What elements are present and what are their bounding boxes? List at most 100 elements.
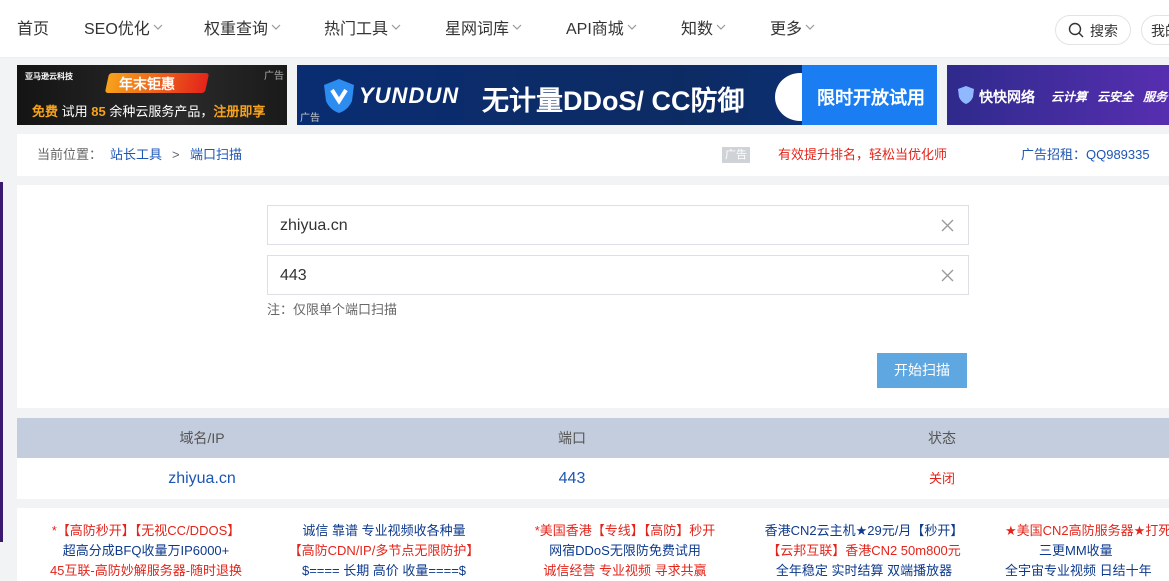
ad-kuaikuai-s3: 服务 bbox=[1143, 90, 1168, 104]
shield-logo-icon bbox=[958, 86, 974, 104]
nav-zhishu-label: 知数 bbox=[681, 21, 714, 38]
nav-more[interactable]: 更多 bbox=[770, 18, 815, 42]
search-button[interactable]: 搜索 bbox=[1055, 15, 1131, 45]
nav-weight-label: 权重查询 bbox=[204, 21, 269, 38]
column-header-port: 端口 bbox=[558, 430, 586, 446]
ad-banner-yundun[interactable]: YUNDUN 无计量DDoS/ CC防御 限时开放试用 广告 bbox=[297, 65, 937, 125]
ad-aws-banner-text: 年末钜惠 bbox=[119, 76, 175, 92]
ad-kuaikuai-brand: 快快网络 bbox=[979, 89, 1035, 105]
ad-aws-tag: 广告 bbox=[264, 71, 284, 82]
close-icon[interactable] bbox=[941, 269, 954, 282]
ad-banner-aws[interactable]: 亚马逊云科技 年末钜惠 广告 免费 试用 85 余种云服务产品，注册即享 bbox=[17, 65, 287, 125]
text-ad-link[interactable]: 三更MM收量 bbox=[1005, 541, 1169, 561]
text-ad-column: 诚信 靠谱 专业视频收各种量 【高防CDN/IP/多节点无限防护】 $==== … bbox=[269, 521, 499, 581]
my-account-button[interactable]: 我的 bbox=[1141, 15, 1169, 45]
port-input[interactable]: 443 bbox=[267, 255, 969, 295]
ad-contact-link[interactable]: 广告招租：QQ989335 bbox=[1021, 147, 1150, 163]
results-table-header: 域名/IP 端口 状态 bbox=[17, 418, 1169, 458]
ad-aws-free: 免费 bbox=[32, 104, 59, 119]
text-ad-column: ★美国CN2高防服务器★打死 三更MM收量 全宇宙专业视频 日结十年 bbox=[987, 521, 1169, 581]
scan-form-panel: zhiyua.cn 443 注：仅限单个端口扫描 开始扫描 bbox=[17, 185, 1169, 408]
text-ad-link[interactable]: $==== 长期 高价 收量====$ bbox=[269, 561, 499, 581]
ad-aws-num: 85 bbox=[91, 104, 106, 119]
search-icon bbox=[1068, 22, 1084, 38]
ad-kuaikuai-slogans: 云计算 云安全 服务 bbox=[1051, 88, 1167, 105]
left-edge-strip bbox=[0, 182, 3, 542]
nav-tools-label: 热门工具 bbox=[324, 21, 389, 38]
text-ad-link[interactable]: 诚信 靠谱 专业视频收各种量 bbox=[269, 521, 499, 541]
search-button-label: 搜索 bbox=[1090, 23, 1118, 39]
text-ad-column: 香港CN2云主机★29元/月【秒开】 【云邦互联】香港CN2 50m800元 全… bbox=[749, 521, 979, 581]
ad-aws-brand: 亚马逊云科技 bbox=[25, 72, 73, 81]
text-ad-link[interactable]: 【云邦互联】香港CN2 50m800元 bbox=[749, 541, 979, 561]
text-ad-link[interactable]: 【高防CDN/IP/多节点无限防护】 bbox=[269, 541, 499, 561]
nav-words[interactable]: 星网词库 bbox=[445, 18, 522, 42]
breadcrumb-current: 端口扫描 bbox=[190, 147, 243, 162]
text-ad-link[interactable]: 诚信经营 专业视频 寻求共赢 bbox=[510, 561, 740, 581]
my-account-label: 我的 bbox=[1151, 23, 1169, 39]
ad-yundun-logo: YUNDUN bbox=[359, 83, 460, 108]
ad-aws-try: 试用 bbox=[61, 104, 88, 119]
promo-link[interactable]: 有效提升排名，轻松当优化师 bbox=[778, 147, 947, 163]
nav-tools[interactable]: 热门工具 bbox=[324, 18, 401, 42]
nav-seo-label: SEO优化 bbox=[84, 21, 150, 38]
nav-words-label: 星网词库 bbox=[445, 21, 510, 38]
domain-input[interactable]: zhiyua.cn bbox=[267, 205, 969, 245]
nav-more-label: 更多 bbox=[770, 21, 803, 38]
text-ad-link[interactable]: ★美国CN2高防服务器★打死 bbox=[1005, 521, 1169, 541]
ad-banner-kuaikuai[interactable]: 快快网络 云计算 云安全 服务 bbox=[947, 65, 1169, 125]
nav-seo[interactable]: SEO优化 bbox=[84, 18, 163, 42]
text-ad-link[interactable]: 网宿DDoS无限防免费试用 bbox=[510, 541, 740, 561]
breadcrumb-prefix: 当前位置： bbox=[37, 147, 103, 162]
chevron-down-icon bbox=[153, 24, 163, 30]
port-note: 注：仅限单个端口扫描 bbox=[267, 302, 398, 317]
breadcrumb: 当前位置： 站长工具 > 端口扫描 广告 有效提升排名，轻松当优化师 广告招租：… bbox=[17, 134, 1169, 176]
chevron-down-icon bbox=[805, 24, 815, 30]
ad-kuaikuai-s2: 云安全 bbox=[1097, 90, 1134, 104]
nav-home-label: 首页 bbox=[17, 21, 50, 38]
chevron-down-icon bbox=[391, 24, 401, 30]
ad-aws-line: 免费 试用 85 余种云服务产品，注册即享 bbox=[32, 101, 265, 120]
ad-aws-rest: 余种云服务产品， bbox=[109, 104, 214, 119]
chevron-down-icon bbox=[627, 24, 637, 30]
nav-zhishu[interactable]: 知数 bbox=[681, 18, 726, 42]
text-ad-column: *【高防秒开】【无视CC/DDOS】 超高分成BFQ收量万IP6000+ 45互… bbox=[31, 521, 261, 581]
close-icon[interactable] bbox=[941, 219, 954, 232]
nav-weight[interactable]: 权重查询 bbox=[204, 18, 281, 42]
ad-yundun-headline-a: 无计量DDoS bbox=[482, 86, 637, 116]
result-status: 关闭 bbox=[928, 471, 955, 486]
ad-yundun-cta-text: 限时开放试用 bbox=[817, 88, 925, 108]
ad-aws-cta: 注册即享 bbox=[213, 104, 266, 119]
start-scan-button[interactable]: 开始扫描 bbox=[877, 353, 967, 388]
breadcrumb-separator: > bbox=[172, 147, 180, 162]
text-ad-link[interactable]: 全年稳定 实时结算 双端播放器 bbox=[749, 561, 979, 581]
nav-home[interactable]: 首页 bbox=[17, 18, 49, 42]
chevron-down-icon bbox=[512, 24, 522, 30]
text-ads: *【高防秒开】【无视CC/DDOS】 超高分成BFQ收量万IP6000+ 45互… bbox=[17, 508, 1169, 581]
column-header-status: 状态 bbox=[928, 430, 956, 446]
text-ad-column: *美国香港【专线】【高防】秒开 网宿DDoS无限防免费试用 诚信经营 专业视频 … bbox=[510, 521, 740, 581]
text-ad-link[interactable]: 香港CN2云主机★29元/月【秒开】 bbox=[749, 521, 979, 541]
text-ad-link[interactable]: 45互联-高防妙解服务器-随时退换 bbox=[31, 561, 261, 581]
top-nav: 首页 SEO优化 权重查询 热门工具 星网词库 API商城 知数 更多 搜索 我… bbox=[0, 0, 1169, 58]
chevron-down-icon bbox=[716, 24, 726, 30]
text-ad-link[interactable]: *美国香港【专线】【高防】秒开 bbox=[510, 521, 740, 541]
ad-yundun-tag: 广告 bbox=[300, 113, 320, 124]
nav-api[interactable]: API商城 bbox=[566, 18, 637, 42]
ad-yundun-headline-b: / CC防御 bbox=[636, 86, 745, 116]
column-header-domain: 域名/IP bbox=[179, 430, 225, 446]
breadcrumb-home-link[interactable]: 站长工具 bbox=[110, 147, 162, 163]
shield-logo-icon bbox=[324, 79, 354, 113]
table-row: zhiyua.cn 443 关闭 bbox=[17, 458, 1169, 499]
result-port: 443 bbox=[558, 470, 586, 487]
result-domain[interactable]: zhiyua.cn bbox=[17, 458, 387, 499]
nav-api-label: API商城 bbox=[566, 21, 624, 38]
ad-yundun-headline: 无计量DDoS/ CC防御 bbox=[482, 79, 745, 118]
domain-input-value: zhiyua.cn bbox=[280, 217, 348, 234]
chevron-down-icon bbox=[271, 24, 281, 30]
text-ad-link[interactable]: 全宇宙专业视频 日结十年 bbox=[1005, 561, 1169, 581]
text-ad-link[interactable]: 超高分成BFQ收量万IP6000+ bbox=[31, 541, 261, 561]
text-ad-link[interactable]: *【高防秒开】【无视CC/DDOS】 bbox=[31, 521, 261, 541]
port-input-value: 443 bbox=[280, 267, 307, 284]
ad-badge: 广告 bbox=[722, 147, 750, 163]
